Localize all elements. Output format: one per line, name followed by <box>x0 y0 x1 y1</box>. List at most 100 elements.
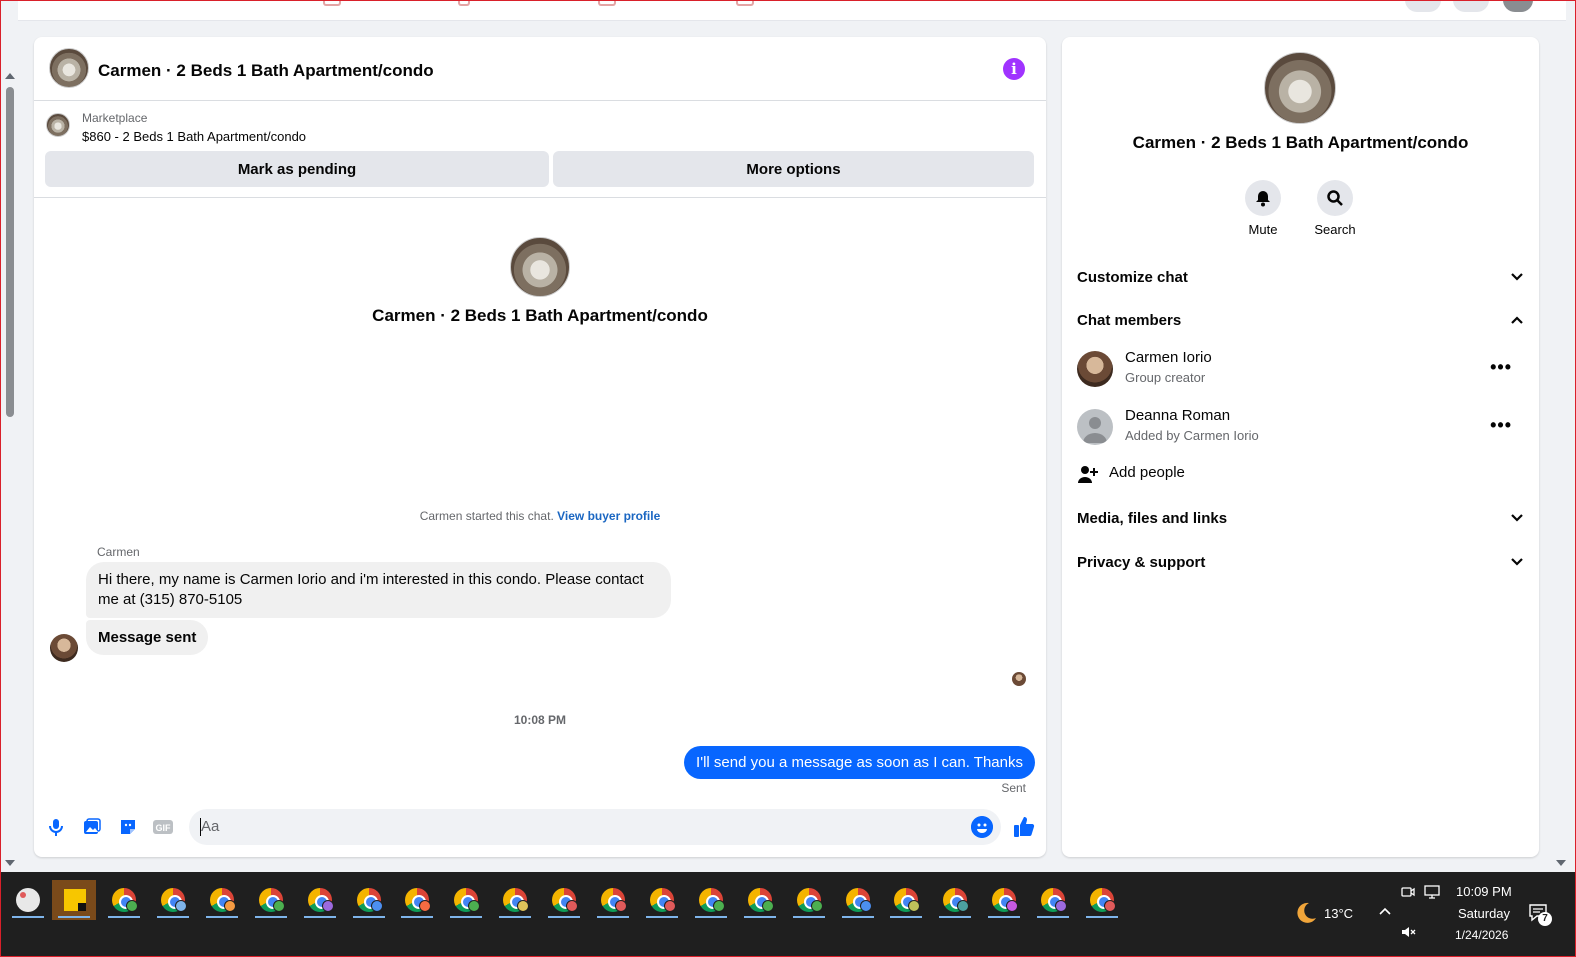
sticky-notes-icon[interactable] <box>52 880 96 920</box>
microphone-icon[interactable] <box>46 817 66 837</box>
active-indicator <box>939 916 972 918</box>
listing-title[interactable]: $860 - 2 Beds 1 Bath Apartment/condo <box>82 129 306 144</box>
chevron-up-icon[interactable] <box>1378 906 1392 916</box>
chrome-window-icon[interactable] <box>1080 880 1124 920</box>
customize-chat-section[interactable]: Customize chat <box>1077 265 1524 289</box>
photo-icon[interactable] <box>82 817 102 837</box>
paint-app-icon[interactable] <box>6 880 50 920</box>
active-indicator <box>156 916 189 918</box>
chrome-window-icon[interactable] <box>1031 880 1075 920</box>
info-icon[interactable]: i <box>1003 58 1025 80</box>
search-button[interactable] <box>1317 180 1353 216</box>
message-input[interactable]: Aa <box>189 809 1001 845</box>
active-indicator <box>108 916 140 918</box>
chrome-window-icon[interactable] <box>444 880 488 920</box>
section-label: Privacy & support <box>1077 553 1206 571</box>
listing-thumbnail[interactable] <box>46 113 70 137</box>
incoming-message[interactable]: Message sent <box>86 620 209 655</box>
chrome-window-icon[interactable] <box>542 880 586 920</box>
profile-badge-icon <box>321 900 334 912</box>
nav-icon[interactable] <box>323 0 341 6</box>
active-indicator <box>841 916 874 918</box>
scroll-thumb[interactable] <box>6 87 14 417</box>
message-composer: GIF Aa <box>34 807 1046 847</box>
sender-avatar[interactable] <box>50 634 78 662</box>
mark-as-pending-button[interactable]: Mark as pending <box>45 151 549 187</box>
scroll-down-icon[interactable] <box>1556 860 1566 866</box>
profile-badge-icon <box>957 900 970 912</box>
emoji-icon[interactable] <box>971 816 993 838</box>
chrome-window-icon[interactable] <box>298 880 342 920</box>
profile-badge-icon <box>810 900 823 912</box>
chrome-window-icon[interactable] <box>933 880 977 920</box>
outgoing-message[interactable]: I'll send you a message as soon as I can… <box>684 746 1035 779</box>
network-icon[interactable] <box>1423 884 1441 900</box>
mute-button[interactable] <box>1245 180 1281 216</box>
member-row[interactable]: Deanna Roman Added by Carmen Iorio ••• <box>1077 407 1524 447</box>
chrome-window-icon[interactable] <box>151 880 195 920</box>
view-buyer-profile-link[interactable]: View buyer profile <box>557 509 660 523</box>
notification-count: 7 <box>1538 912 1552 926</box>
profile-badge-icon <box>859 900 872 912</box>
nav-icon[interactable] <box>458 0 470 6</box>
scroll-up-icon[interactable] <box>5 73 15 79</box>
member-name[interactable]: Carmen Iorio <box>1125 349 1212 366</box>
chrome-window-icon[interactable] <box>787 880 831 920</box>
chrome-window-icon[interactable] <box>493 880 537 920</box>
default-user-icon <box>1083 417 1107 443</box>
avatar[interactable] <box>1077 409 1113 445</box>
avatar[interactable] <box>1077 351 1113 387</box>
more-options-button[interactable]: More options <box>553 151 1034 187</box>
chat-title[interactable]: Carmen · 2 Beds 1 Bath Apartment/condo <box>98 61 434 81</box>
sticker-icon[interactable] <box>118 817 138 837</box>
nav-icon[interactable] <box>598 0 616 6</box>
chrome-window-icon[interactable] <box>249 880 293 920</box>
profile-badge-icon <box>174 900 187 912</box>
meet-now-icon[interactable] <box>1400 884 1416 900</box>
member-name[interactable]: Deanna Roman <box>1125 407 1230 424</box>
media-files-section[interactable]: Media, files and links <box>1077 506 1524 530</box>
chat-avatar[interactable] <box>49 48 89 88</box>
chrome-window-icon[interactable] <box>884 880 928 920</box>
chrome-window-icon[interactable] <box>689 880 733 920</box>
clock-day[interactable]: Saturday <box>1458 906 1510 921</box>
messenger-button[interactable] <box>1453 0 1489 12</box>
more-options-icon[interactable]: ••• <box>1490 357 1512 378</box>
gif-icon[interactable]: GIF <box>152 817 174 837</box>
active-indicator <box>743 916 776 918</box>
profile-badge-icon <box>468 900 481 912</box>
chrome-window-icon[interactable] <box>102 880 146 920</box>
volume-muted-icon[interactable] <box>1400 924 1416 940</box>
chrome-window-icon[interactable] <box>640 880 684 920</box>
chrome-window-icon[interactable] <box>982 880 1026 920</box>
clock-date[interactable]: 1/24/2026 <box>1455 928 1508 942</box>
active-indicator <box>645 916 678 918</box>
chrome-window-icon[interactable] <box>836 880 880 920</box>
profile-badge-icon <box>663 900 676 912</box>
chrome-window-icon[interactable] <box>200 880 244 920</box>
clock-time[interactable]: 10:09 PM <box>1456 884 1512 899</box>
scroll-down-icon[interactable] <box>5 860 15 866</box>
weather-temp: 13°C <box>1324 906 1354 921</box>
more-options-icon[interactable]: ••• <box>1490 415 1512 436</box>
chrome-window-icon[interactable] <box>395 880 439 920</box>
chrome-window-icon[interactable] <box>738 880 782 920</box>
intro-title: Carmen · 2 Beds 1 Bath Apartment/condo <box>372 306 708 325</box>
intro-avatar <box>510 237 570 297</box>
incoming-message[interactable]: Hi there, my name is Carmen Iorio and i'… <box>86 562 671 618</box>
active-indicator <box>597 916 629 918</box>
member-row[interactable]: Carmen Iorio Group creator ••• <box>1077 349 1524 389</box>
nav-icon[interactable] <box>736 0 754 6</box>
search-icon <box>1327 190 1343 206</box>
chat-members-section[interactable]: Chat members <box>1077 308 1524 332</box>
like-thumb-icon[interactable] <box>1012 815 1036 839</box>
account-avatar[interactable] <box>1503 0 1533 12</box>
scrollbar[interactable] <box>0 65 18 872</box>
menu-button[interactable] <box>1405 0 1441 12</box>
active-indicator <box>401 916 434 918</box>
chrome-window-icon[interactable] <box>591 880 635 920</box>
group-avatar[interactable] <box>1264 52 1336 124</box>
started-text: Carmen started this chat. <box>419 509 554 523</box>
chrome-window-icon[interactable] <box>347 880 391 920</box>
privacy-support-section[interactable]: Privacy & support <box>1077 550 1524 574</box>
